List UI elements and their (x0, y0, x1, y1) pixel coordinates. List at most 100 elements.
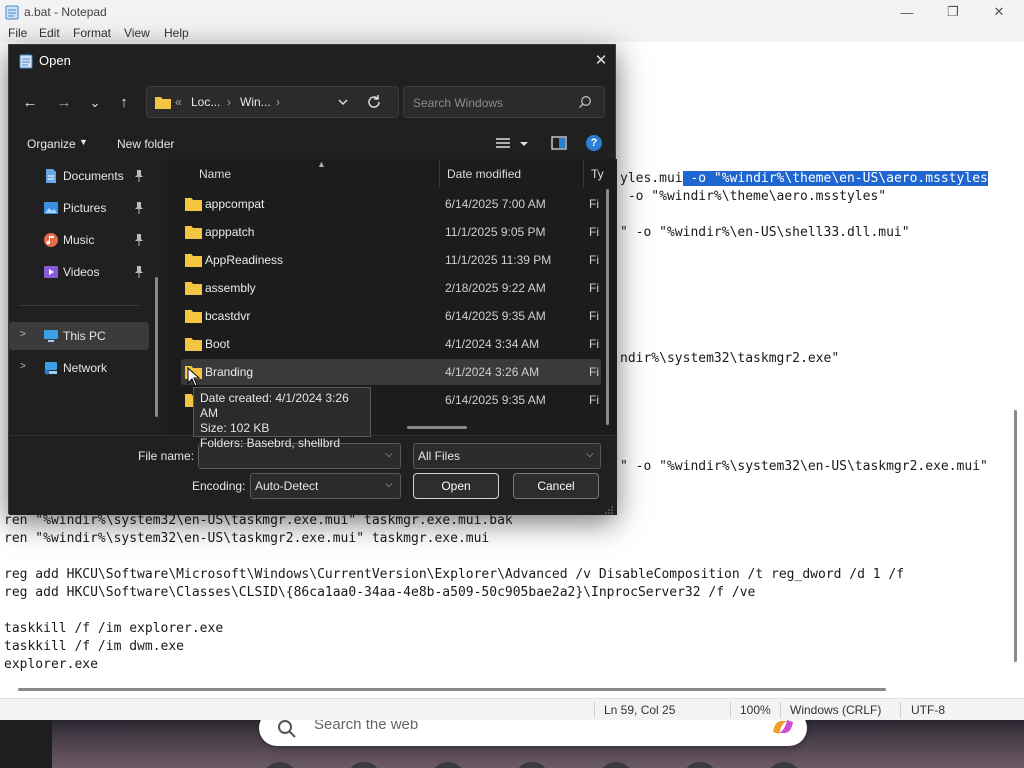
file-list-horizontal-scrollbar[interactable] (407, 426, 467, 429)
breadcrumb-local-disk[interactable]: Loc... (191, 95, 220, 109)
file-row[interactable]: bcastdvr 6/14/2025 9:35 AM Fi (181, 303, 601, 329)
copilot-icon[interactable] (769, 720, 797, 738)
taskbar-icon[interactable] (766, 762, 802, 768)
file-row[interactable]: apppatch 11/1/2025 9:05 PM Fi (181, 219, 601, 245)
forward-button[interactable]: → (53, 93, 75, 113)
nav-item-this-pc[interactable]: > This PC (9, 322, 149, 350)
maximize-button[interactable]: ❐ (930, 0, 976, 24)
search-input[interactable]: Search Windows (403, 86, 605, 118)
file-row[interactable]: assembly 2/18/2025 9:22 AM Fi (181, 275, 601, 301)
menu-help[interactable]: Help (164, 26, 189, 40)
breadcrumb-windows[interactable]: Win... (240, 95, 271, 109)
menu-format[interactable]: Format (73, 26, 111, 40)
status-divider (594, 702, 595, 718)
column-divider[interactable] (583, 161, 584, 187)
preview-pane-icon[interactable] (551, 135, 567, 151)
breadcrumb-separator[interactable]: › (227, 95, 231, 109)
selected-text: -o "%windir%\theme\en-US\aero.msstyles (682, 171, 988, 186)
code-line: " -o "%windir%\en-US\shell33.dll.mui" (620, 225, 910, 240)
cursor-position: Ln 59, Col 25 (604, 703, 676, 717)
nav-item-label: Documents (63, 169, 124, 183)
up-button[interactable]: ↑ (113, 93, 135, 113)
refresh-icon[interactable] (365, 93, 383, 111)
chevron-down-icon[interactable] (335, 94, 351, 110)
taskbar-icon[interactable] (430, 762, 466, 768)
file-encoding[interactable]: UTF-8 (911, 703, 945, 717)
organize-menu[interactable]: Organize (27, 137, 76, 151)
vertical-scrollbar[interactable] (1014, 410, 1017, 662)
file-list-vertical-scrollbar[interactable] (606, 189, 609, 425)
zoom-level[interactable]: 100% (740, 703, 771, 717)
view-options-icon[interactable] (496, 136, 532, 152)
file-row[interactable]: Boot 4/1/2024 3:34 AM Fi (181, 331, 601, 357)
nav-item-label: This PC (63, 329, 106, 343)
code-line: reg add HKCU\Software\Classes\CLSID\{86c… (4, 585, 756, 600)
chevron-right-icon[interactable]: > (20, 329, 26, 340)
encoding-select[interactable]: Auto-Detect ⌵ (250, 473, 401, 499)
menu-file[interactable]: File (8, 26, 27, 40)
minimize-button[interactable]: — (884, 0, 930, 24)
nav-item-network[interactable]: > Network (9, 354, 149, 382)
file-date: 11/1/2025 11:39 PM (445, 253, 552, 267)
notepad-icon (19, 54, 33, 69)
folder-icon (185, 226, 202, 239)
status-divider (900, 702, 901, 718)
file-date: 6/14/2025 9:35 AM (445, 309, 546, 323)
recent-locations-button[interactable]: ⌄ (84, 93, 106, 113)
file-row-hovered[interactable]: Branding 4/1/2024 3:26 AM Fi (181, 359, 601, 385)
back-button[interactable]: ← (19, 93, 41, 113)
open-dialog: Open ✕ ← → ⌄ ↑ « Loc... › Win... › Searc… (8, 44, 617, 515)
code-line: yles.mui -o "%windir%\theme\en-US\aero.m… (620, 171, 988, 186)
file-row[interactable]: appcompat 6/14/2025 7:00 AM Fi (181, 191, 601, 217)
folder-tooltip: Date created: 4/1/2024 3:26 AM Size: 102… (193, 387, 371, 450)
new-folder-button[interactable]: New folder (117, 137, 174, 151)
pictures-icon (44, 202, 58, 214)
column-header-date[interactable]: Date modified (447, 167, 521, 181)
taskbar-icon[interactable] (598, 762, 634, 768)
file-type: Fi (589, 253, 599, 267)
nav-item-videos[interactable]: Videos (9, 258, 149, 286)
menu-view[interactable]: View (124, 26, 150, 40)
close-button[interactable]: ✕ (976, 0, 1022, 24)
nav-item-music[interactable]: Music (9, 226, 149, 254)
search-icon (278, 720, 296, 738)
cancel-button[interactable]: Cancel (513, 473, 599, 499)
horizontal-scrollbar[interactable] (18, 688, 886, 691)
notepad-icon (5, 5, 19, 20)
nav-pane-scrollbar[interactable] (155, 277, 158, 417)
dialog-titlebar: Open ✕ (9, 45, 617, 75)
nav-item-documents[interactable]: Documents (9, 162, 149, 190)
taskbar-icon[interactable] (346, 762, 382, 768)
menu-edit[interactable]: Edit (39, 26, 60, 40)
nav-item-label: Music (63, 233, 95, 247)
taskbar-icon[interactable] (262, 762, 298, 768)
address-bar[interactable]: « Loc... › Win... › (146, 86, 399, 118)
pin-icon (135, 202, 143, 214)
file-name: assembly (205, 281, 256, 295)
status-divider (780, 702, 781, 718)
taskbar-icon[interactable] (514, 762, 550, 768)
web-search-box[interactable]: Search the web (259, 720, 807, 746)
column-header-type[interactable]: Ty (591, 167, 604, 181)
help-icon[interactable]: ? (586, 135, 602, 151)
breadcrumb-separator[interactable]: › (276, 95, 280, 109)
code-line: " -o "%windir%\system32\en-US\taskmgr2.e… (620, 459, 988, 474)
column-header-name[interactable]: Name (199, 167, 231, 181)
file-row[interactable]: AppReadiness 11/1/2025 11:39 PM Fi (181, 247, 601, 273)
chevron-right-icon[interactable]: > (20, 361, 26, 372)
pin-icon (135, 234, 143, 246)
pin-icon (135, 266, 143, 278)
column-divider[interactable] (439, 161, 440, 187)
taskbar-icon[interactable] (682, 762, 718, 768)
file-type-filter[interactable]: All Files ⌵ (413, 443, 601, 469)
open-button[interactable]: Open (413, 473, 499, 499)
file-type-filter-value: All Files (418, 449, 461, 463)
dialog-close-button[interactable]: ✕ (591, 51, 611, 71)
chevron-down-icon[interactable]: ⌵ (385, 449, 393, 460)
file-date: 2/18/2025 9:22 AM (445, 281, 546, 295)
nav-item-pictures[interactable]: Pictures (9, 194, 149, 222)
line-ending[interactable]: Windows (CRLF) (790, 703, 881, 717)
breadcrumb-overflow[interactable]: « (175, 95, 182, 109)
resize-grip-icon[interactable] (605, 506, 613, 514)
status-bar: Ln 59, Col 25 100% Windows (CRLF) UTF-8 (0, 698, 1024, 720)
